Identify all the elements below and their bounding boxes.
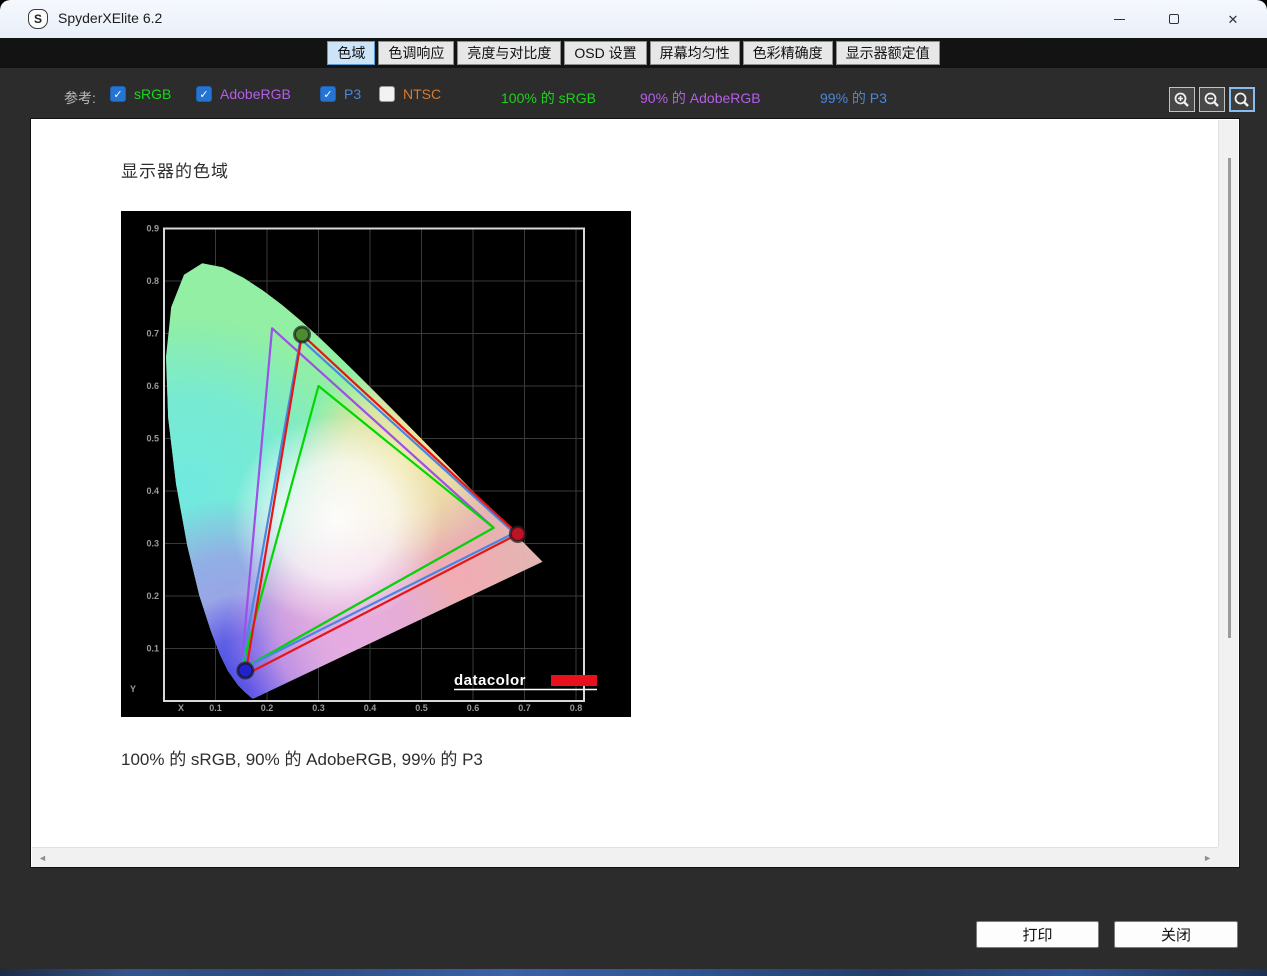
- checkbox-label: sRGB: [134, 86, 172, 102]
- svg-text:0.2: 0.2: [261, 703, 274, 713]
- report-panel: 显示器的色域 0.1 0.2 0.3 0.4 0.5 0.6 0.7 0.8 0.9 0.1 0.2…: [30, 118, 1240, 868]
- checkbox-icon[interactable]: ✓: [110, 86, 126, 102]
- svg-text:Y: Y: [130, 684, 136, 694]
- zoom-out-icon: [1204, 92, 1219, 107]
- zoom-reset-button[interactable]: [1229, 87, 1255, 112]
- checkbox-label: NTSC: [403, 86, 442, 102]
- tab-bar: 色域 色调响应 亮度与对比度 OSD 设置 屏幕均匀性 色彩精确度 显示器额定值: [0, 38, 1267, 68]
- vertical-scrollbar[interactable]: [1218, 120, 1238, 847]
- tab-屏幕均匀性[interactable]: 屏幕均匀性: [649, 41, 740, 65]
- gamut-percentage-label: 90% 的 AdobeRGB: [640, 90, 761, 106]
- svg-text:0.8: 0.8: [570, 703, 583, 713]
- gamut-percentage-label: 100% 的 sRGB: [501, 90, 596, 106]
- svg-text:0.7: 0.7: [518, 703, 531, 713]
- svg-text:0.4: 0.4: [364, 703, 377, 713]
- zoom-out-button[interactable]: [1199, 87, 1225, 112]
- reference-row: 参考: ✓ sRGB ✓ AdobeRGB ✓ P3 NTSC 100% 的 sRGB 90%…: [0, 80, 1267, 114]
- close-icon: ✕: [1227, 11, 1239, 27]
- reference-checkbox-P3[interactable]: ✓ P3: [320, 86, 361, 102]
- svg-text:0.3: 0.3: [312, 703, 325, 713]
- svg-text:0.1: 0.1: [146, 644, 159, 654]
- app-logo-icon: S: [28, 9, 48, 29]
- maximize-icon: [1169, 14, 1179, 24]
- svg-text:0.2: 0.2: [146, 591, 159, 601]
- gamut-chart: 0.1 0.2 0.3 0.4 0.5 0.6 0.7 0.8 0.9 0.1 0.2 0.3 0.4 0…: [121, 211, 631, 717]
- tab-色域[interactable]: 色域: [327, 41, 376, 65]
- maximize-button[interactable]: [1151, 0, 1197, 38]
- zoom-reset-icon: [1234, 92, 1249, 107]
- reference-label: 参考:: [64, 90, 96, 106]
- window-title: SpyderXElite 6.2: [58, 10, 163, 26]
- reference-checkbox-NTSC[interactable]: NTSC: [379, 86, 441, 102]
- tab-显示器额定值[interactable]: 显示器额定值: [835, 41, 940, 65]
- zoom-in-icon: [1174, 92, 1189, 107]
- minimize-button[interactable]: [1096, 0, 1142, 38]
- svg-text:X: X: [178, 703, 184, 713]
- svg-text:0.8: 0.8: [146, 276, 159, 286]
- report-title: 显示器的色域: [121, 162, 229, 181]
- minimize-icon: [1113, 18, 1125, 20]
- svg-text:0.1: 0.1: [209, 703, 222, 713]
- cie-chromaticity-diagram: 0.1 0.2 0.3 0.4 0.5 0.6 0.7 0.8 0.9 0.1 0.2 0.3 0.4 0…: [121, 211, 631, 717]
- horizontal-scrollbar[interactable]: ◄ ►: [32, 847, 1218, 867]
- svg-text:0.7: 0.7: [146, 329, 159, 339]
- checkbox-icon[interactable]: [379, 86, 395, 102]
- tab-色彩精确度[interactable]: 色彩精确度: [742, 41, 833, 65]
- svg-text:0.9: 0.9: [146, 224, 159, 234]
- svg-text:0.6: 0.6: [146, 381, 159, 391]
- svg-text:0.5: 0.5: [146, 434, 159, 444]
- taskbar-strip: [0, 969, 1267, 976]
- checkbox-icon[interactable]: ✓: [320, 86, 336, 102]
- reference-checkbox-sRGB[interactable]: ✓ sRGB: [110, 86, 171, 102]
- scrollbar-corner: [1218, 847, 1238, 867]
- checkbox-label: AdobeRGB: [220, 86, 291, 102]
- gamut-summary-caption: 100% 的 sRGB, 90% 的 AdobeRGB, 99% 的 P3: [121, 750, 483, 769]
- svg-text:0.6: 0.6: [467, 703, 480, 713]
- tab-亮度与对比度[interactable]: 亮度与对比度: [457, 41, 562, 65]
- print-button[interactable]: 打印: [976, 921, 1099, 948]
- tab-OSD 设置[interactable]: OSD 设置: [564, 41, 647, 65]
- zoom-in-button[interactable]: [1169, 87, 1195, 112]
- red-primary-marker: [508, 525, 527, 544]
- scroll-left-arrow-icon[interactable]: ◄: [38, 848, 47, 868]
- titlebar: S SpyderXElite 6.2 ✕: [0, 0, 1267, 38]
- svg-text:datacolor: datacolor: [454, 672, 526, 689]
- tab-色调响应[interactable]: 色调响应: [378, 41, 455, 65]
- reference-checkbox-AdobeRGB[interactable]: ✓ AdobeRGB: [196, 86, 291, 102]
- green-primary-marker: [293, 325, 312, 344]
- checkbox-icon[interactable]: ✓: [196, 86, 212, 102]
- svg-text:0.5: 0.5: [415, 703, 428, 713]
- zoom-controls: [1169, 87, 1255, 112]
- vertical-scrollbar-thumb[interactable]: [1228, 158, 1231, 638]
- close-window-button[interactable]: ✕: [1210, 0, 1256, 38]
- checkbox-label: P3: [344, 86, 362, 102]
- app-window: S SpyderXElite 6.2 ✕ 色域 色调响应 亮度与对比度 OSD 设置屏…: [0, 0, 1267, 976]
- svg-text:0.3: 0.3: [146, 539, 159, 549]
- blue-primary-marker: [236, 661, 255, 680]
- logo-letter: S: [33, 12, 42, 26]
- svg-text:0.4: 0.4: [146, 486, 159, 496]
- gamut-percentage-label: 99% 的 P3: [820, 90, 887, 106]
- scroll-right-arrow-icon[interactable]: ►: [1203, 848, 1212, 868]
- close-dialog-button[interactable]: 关闭: [1114, 921, 1238, 948]
